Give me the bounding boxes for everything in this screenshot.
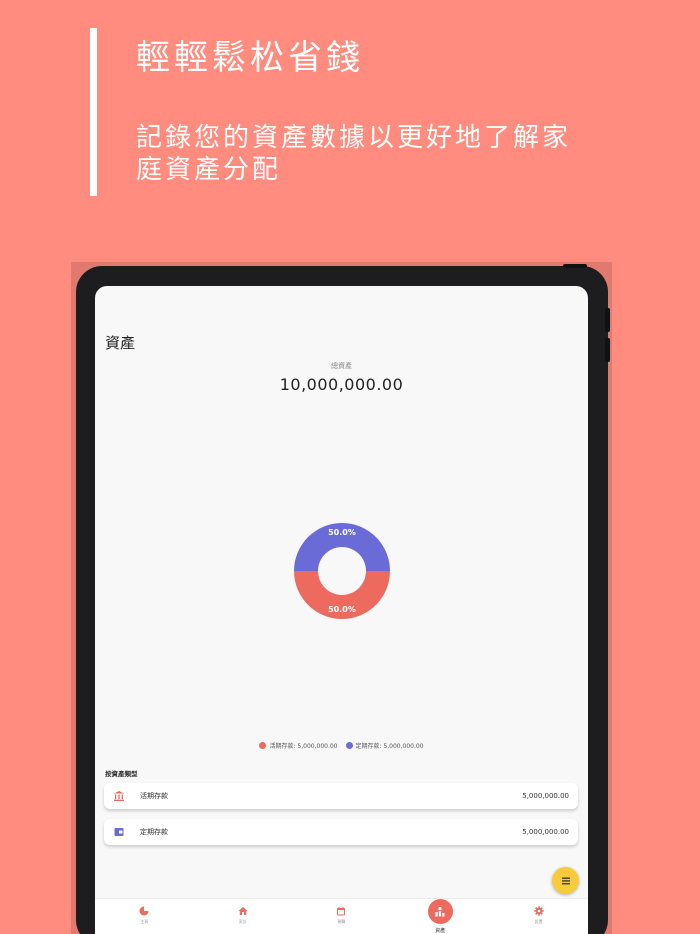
volume-up-button	[605, 308, 610, 332]
promo-title: 輕輕鬆松省錢	[136, 38, 364, 78]
asset-name: 活期存款	[140, 792, 168, 800]
nav-item-settings[interactable]: 設置	[489, 899, 588, 934]
total-assets-value: 10,000,000.00	[279, 375, 404, 394]
nav-label: 家計	[238, 919, 247, 924]
nav-item-budget[interactable]: 預算	[292, 899, 391, 934]
asset-card-fixed-deposit[interactable]: 定期存款 5,000,000.00	[104, 819, 578, 845]
total-assets-label: 總資產	[331, 362, 352, 370]
nav-item-assets[interactable]: 資產	[391, 899, 490, 934]
menu-fab-button[interactable]	[552, 867, 579, 894]
gear-icon	[533, 906, 544, 916]
power-button	[563, 264, 587, 268]
asset-amount: 5,000,000.00	[522, 828, 569, 836]
pie-chart-icon	[139, 906, 149, 916]
legend-text-current: 活期存款: 5,000,000.00	[269, 743, 338, 750]
asset-card-current-deposit[interactable]: 活期存款 5,000,000.00	[104, 783, 578, 809]
slice-label-current: 50.0%	[328, 605, 356, 614]
asset-name: 定期存款	[140, 828, 168, 836]
nav-label: 主頁	[140, 919, 149, 924]
legend-dot-current	[259, 742, 267, 749]
nav-item-home[interactable]: 主頁	[95, 899, 194, 934]
asset-donut-chart: 50.0% 50.0%	[294, 523, 390, 619]
legend-dot-fixed	[345, 742, 353, 749]
bank-icon	[113, 790, 125, 802]
promo-subtitle: 記錄您的資產數據以更好地了解家庭資產分配	[136, 123, 572, 185]
legend-item-fixed: 定期存款: 5,000,000.00	[345, 741, 424, 750]
slice-label-fixed: 50.0%	[328, 528, 356, 537]
app-screen: 資產 總資產 10,000,000.00 50.0% 50.0% 活期存款: 5…	[95, 286, 588, 934]
section-by-asset-type: 按資產類型	[105, 770, 138, 778]
nav-active-indicator	[427, 899, 453, 924]
nav-label: 設置	[534, 919, 543, 924]
asset-amount: 5,000,000.00	[522, 792, 569, 800]
bottom-navigation: 主頁 家計 預算 資產 設置	[95, 898, 588, 934]
promo-accent-bar	[90, 28, 97, 196]
nav-item-household[interactable]: 家計	[194, 899, 293, 934]
assets-icon	[435, 906, 445, 916]
legend-item-current: 活期存款: 5,000,000.00	[259, 741, 338, 750]
calendar-icon	[337, 906, 346, 916]
volume-down-button	[605, 338, 610, 362]
nav-label: 資產	[435, 928, 446, 934]
wallet-icon	[113, 826, 125, 838]
home-icon	[238, 907, 248, 915]
page-title: 資產	[105, 334, 136, 352]
chart-legend: 活期存款: 5,000,000.00 定期存款: 5,000,000.00	[95, 741, 588, 750]
nav-label: 預算	[337, 919, 346, 924]
menu-icon	[561, 877, 570, 884]
legend-text-fixed: 定期存款: 5,000,000.00	[355, 743, 424, 750]
